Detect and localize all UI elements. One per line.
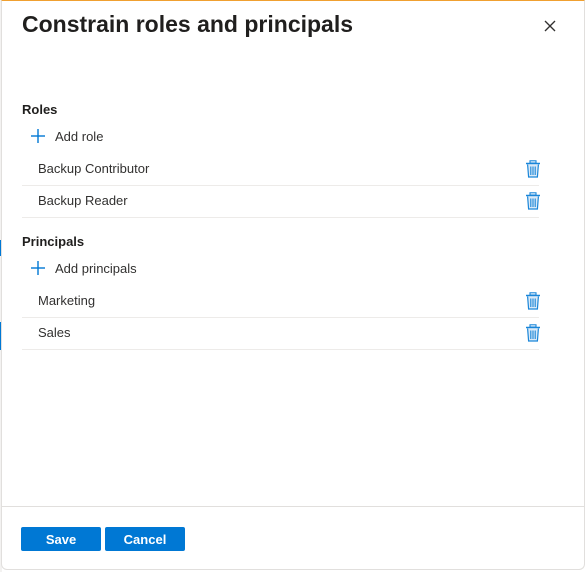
save-button[interactable]: Save <box>21 527 101 551</box>
delete-icon <box>526 292 540 310</box>
close-button[interactable] <box>539 15 561 37</box>
principal-name: Marketing <box>38 293 96 308</box>
cancel-button[interactable]: Cancel <box>105 527 185 551</box>
add-principals-label: Add principals <box>55 260 137 276</box>
panel-title: Constrain roles and principals <box>22 11 354 37</box>
principal-row-marketing: Marketing <box>22 286 541 318</box>
delete-icon <box>526 192 540 210</box>
plus-icon <box>30 128 46 144</box>
delete-icon <box>526 160 540 178</box>
principal-row-sales: Sales <box>22 318 541 350</box>
page: Constrain roles and principals Roles Add… <box>0 0 587 572</box>
roles-heading: Roles <box>22 102 58 117</box>
principals-heading: Principals <box>22 234 85 249</box>
add-role-button[interactable]: Add role <box>30 126 103 146</box>
delete-role-button[interactable] <box>525 160 541 178</box>
constrain-panel: Constrain roles and principals Roles Add… <box>1 0 585 570</box>
delete-principal-button[interactable] <box>525 292 541 310</box>
plus-icon <box>30 260 46 276</box>
role-row-backup-contributor: Backup Contributor <box>22 154 541 186</box>
footer-divider <box>2 506 584 507</box>
add-role-label: Add role <box>55 128 104 144</box>
principal-name: Sales <box>38 325 71 340</box>
close-icon <box>544 20 556 32</box>
role-name: Backup Contributor <box>38 161 150 176</box>
role-name: Backup Reader <box>38 193 128 208</box>
add-principals-button[interactable]: Add principals <box>30 258 137 278</box>
delete-principal-button[interactable] <box>525 324 541 342</box>
role-row-backup-reader: Backup Reader <box>22 186 541 218</box>
delete-role-button[interactable] <box>525 192 541 210</box>
delete-icon <box>526 324 540 342</box>
